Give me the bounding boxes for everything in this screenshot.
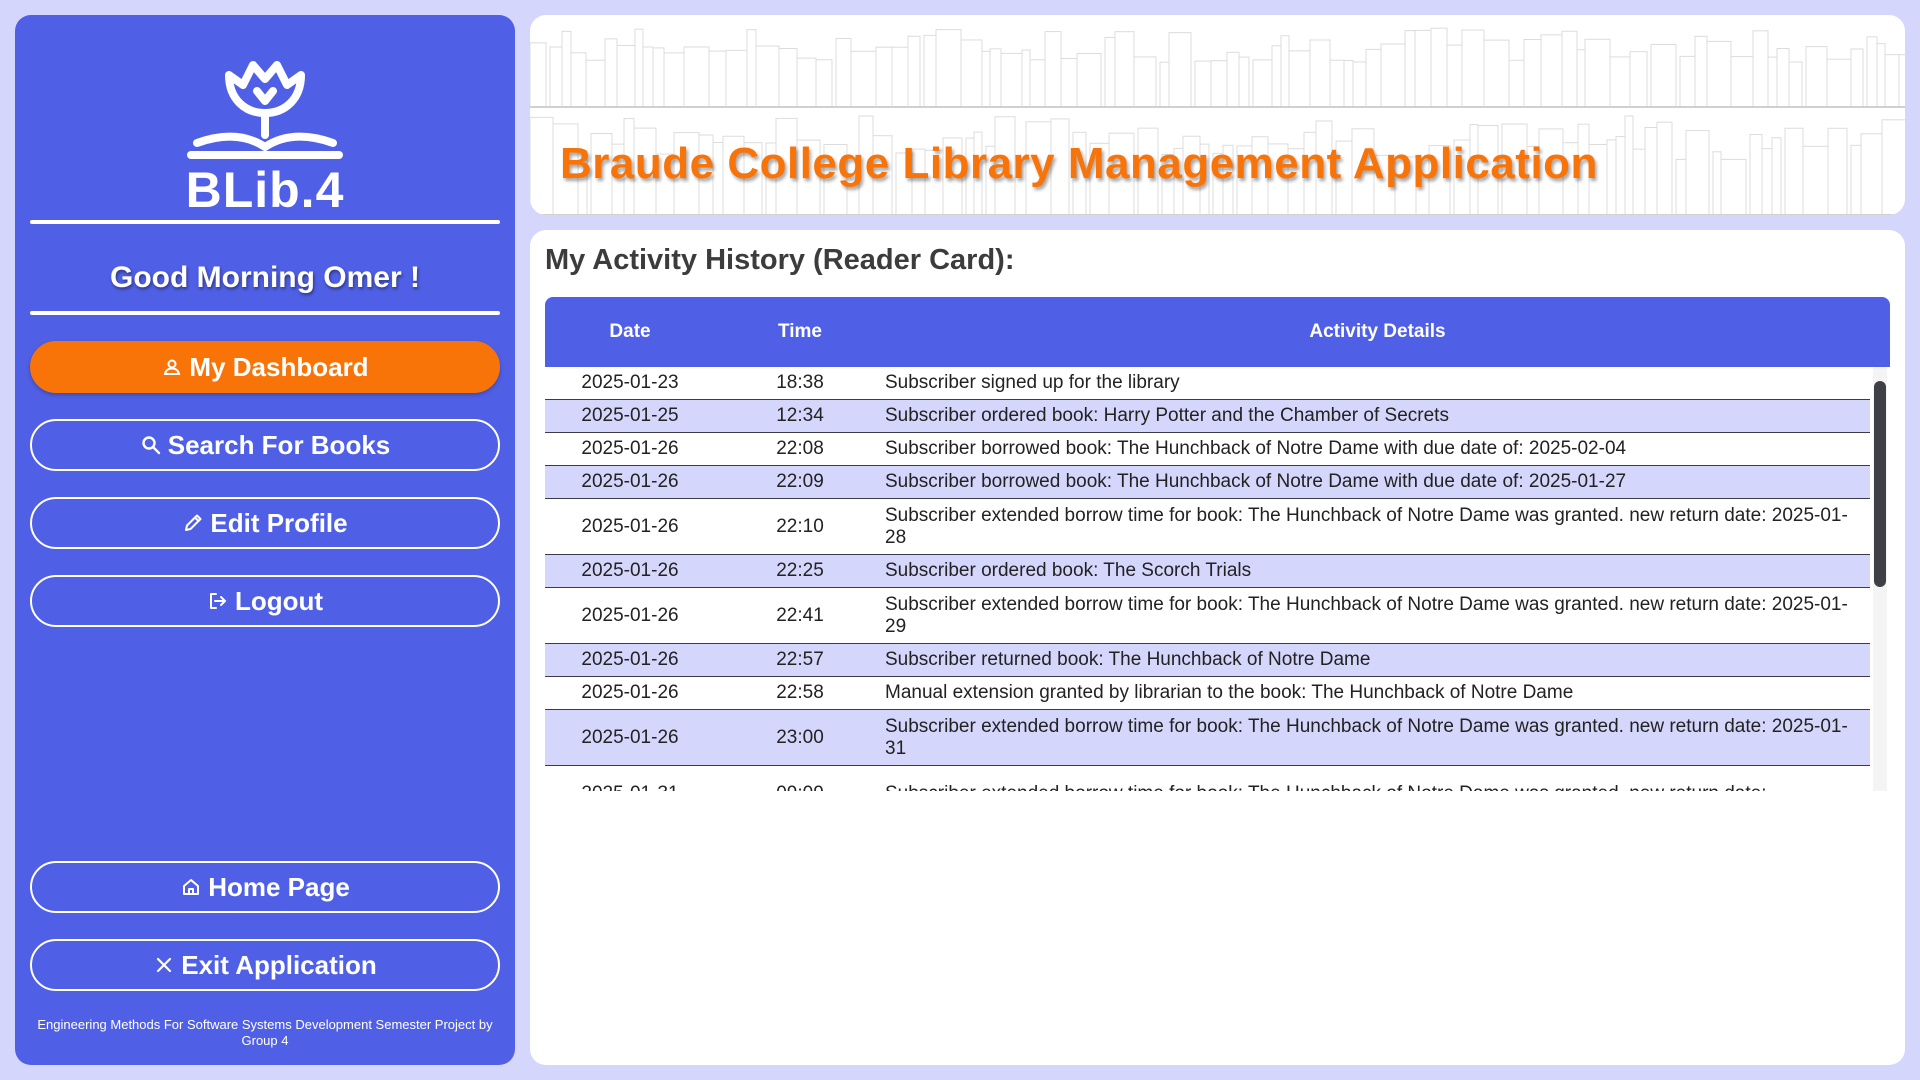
cell-activity-details: Subscriber extended borrow time for book… (885, 783, 1870, 792)
search-icon (140, 434, 162, 456)
close-icon (153, 954, 175, 976)
cell-date: 2025-01-25 (581, 405, 679, 426)
table-row[interactable]: 2025-01-26 22:25 Subscriber ordered book: … (545, 555, 1870, 588)
cell-activity-details: Subscriber extended borrow time for book… (885, 593, 1848, 637)
cell-time: 23:00 (776, 726, 824, 748)
home-page-button[interactable]: Home Page (30, 861, 500, 913)
user-icon (161, 356, 183, 378)
logout-button[interactable]: Logout (30, 575, 500, 627)
table-row[interactable]: 2025-01-25 12:34 Subscriber ordered book: … (545, 400, 1870, 433)
cell-date: 2025-01-26 (581, 682, 679, 703)
cell-time: 22:10 (776, 515, 824, 537)
search-for-books-button[interactable]: Search For Books (30, 419, 500, 471)
table-row[interactable]: 2025-01-26 22:09 Subscriber borrowed book:… (545, 466, 1870, 499)
my-dashboard-label: My Dashboard (189, 351, 369, 382)
cell-date: 2025-01-26 (581, 560, 679, 581)
pencil-icon (182, 512, 204, 534)
cell-time: 09:09 (715, 783, 885, 792)
logout-icon (207, 590, 229, 612)
table-row[interactable]: 2025-01-26 22:10 Subscriber extended borro… (545, 499, 1870, 555)
cell-time: 22:58 (776, 682, 824, 703)
home-icon (180, 876, 202, 898)
table-row[interactable]: 2025-01-23 18:38 Subscriber signed up for … (545, 367, 1870, 400)
cell-activity-details: Subscriber signed up for the library (885, 372, 1180, 393)
header-banner: Braude College Library Management Applic… (530, 15, 1905, 215)
cell-time: 22:08 (776, 438, 824, 459)
cell-time: 18:38 (776, 372, 824, 393)
cell-date: 2025-01-26 (581, 438, 679, 459)
table-header: Date Time Activity Details (545, 297, 1890, 367)
my-dashboard-button[interactable]: My Dashboard (30, 341, 500, 393)
table-row[interactable]: 2025-01-26 23:00 Subscriber extended borro… (545, 710, 1870, 766)
table-body[interactable]: 2025-01-23 18:38 Subscriber signed up for … (545, 367, 1870, 791)
cell-date: 2025-01-26 (581, 726, 679, 748)
cell-activity-details: Subscriber borrowed book: The Hunchback … (885, 438, 1627, 459)
cell-time: 22:09 (776, 471, 824, 492)
cell-date: 2025-01-31 (545, 783, 715, 792)
greeting: Good Morning Omer ! (110, 261, 420, 294)
cell-activity-details: Subscriber borrowed book: The Hunchback … (885, 471, 1627, 492)
page-title: My Activity History (Reader Card): (545, 244, 1015, 276)
home-page-label: Home Page (208, 871, 350, 902)
edit-profile-button[interactable]: Edit Profile (30, 497, 500, 549)
book-lotus-icon (187, 61, 343, 159)
cell-activity-details: Subscriber extended borrow time for book… (885, 504, 1848, 548)
cell-time: 12:34 (776, 405, 824, 426)
activity-table: Date Time Activity Details 2025-01-23 18:… (545, 297, 1890, 797)
cell-time: 22:57 (776, 649, 824, 670)
cell-activity-details: Subscriber returned book: The Hunchback … (885, 649, 1371, 670)
cell-time: 22:41 (776, 604, 824, 626)
table-scrollbar[interactable] (1873, 367, 1887, 791)
divider-bottom (30, 311, 500, 315)
header-title: Braude College Library Management Applic… (560, 139, 1598, 188)
table-row[interactable]: 2025-01-26 22:57 Subscriber returned book:… (545, 644, 1870, 677)
table-row[interactable]: 2025-01-26 22:58 Manual extension granted … (545, 677, 1870, 710)
cell-activity-details: Subscriber ordered book: The Scorch Tria… (885, 560, 1252, 581)
exit-application-label: Exit Application (181, 949, 377, 980)
logout-label: Logout (234, 585, 324, 616)
cell-date: 2025-01-23 (581, 372, 679, 393)
divider-top (30, 220, 500, 224)
edit-profile-label: Edit Profile (210, 507, 348, 538)
column-header-time[interactable]: Time (715, 297, 885, 367)
cell-date: 2025-01-26 (581, 515, 679, 537)
cell-time: 22:25 (776, 560, 824, 581)
cell-activity-details: Manual extension granted by librarian to… (885, 682, 1574, 703)
column-header-activity-details[interactable]: Activity Details (885, 297, 1870, 367)
search-for-books-label: Search For Books (167, 429, 391, 460)
sidebar: BLib.4 Good Morning Omer ! My Dashboard … (15, 15, 515, 1065)
table-row[interactable]: 2025-01-26 22:08 Subscriber borrowed book:… (545, 433, 1870, 466)
cell-date: 2025-01-26 (581, 471, 679, 492)
column-header-date[interactable]: Date (545, 297, 715, 367)
scrollbar-thumb[interactable] (1874, 381, 1886, 587)
table-row[interactable]: 2025-01-26 22:41 Subscriber extended borro… (545, 588, 1870, 644)
logo-text: BLib.4 (185, 162, 345, 218)
table-row[interactable]: 2025-01-3109:09Subscriber extended borro… (545, 766, 1870, 791)
cell-activity-details: Subscriber ordered book: Harry Potter an… (885, 405, 1449, 426)
main-panel: My Activity History (Reader Card): Date … (530, 230, 1905, 1065)
footer-note: Engineering Methods For Software Systems… (37, 1017, 493, 1048)
app-logo: BLib.4 (15, 55, 515, 218)
cell-date: 2025-01-26 (581, 649, 679, 670)
exit-application-button[interactable]: Exit Application (30, 939, 500, 991)
cell-activity-details: Subscriber extended borrow time for book… (885, 715, 1848, 759)
cell-date: 2025-01-26 (581, 604, 679, 626)
